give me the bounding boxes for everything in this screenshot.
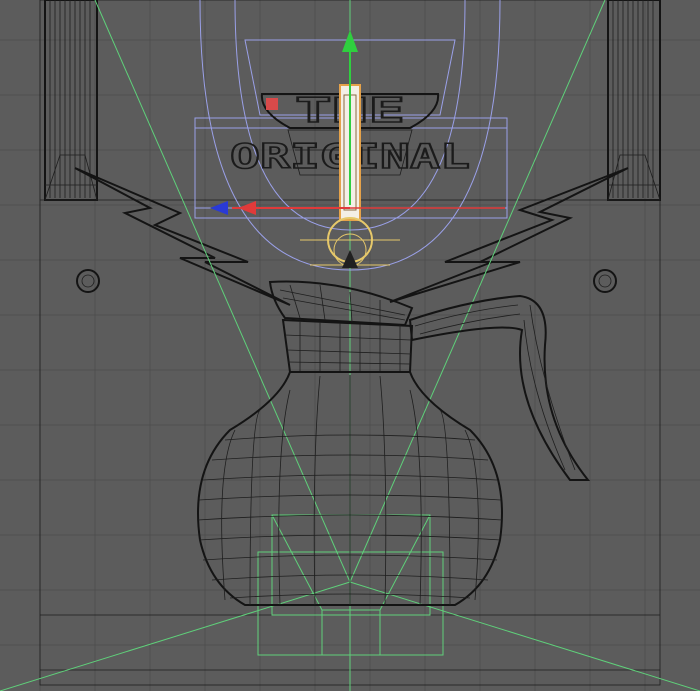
left-lightning-bolt[interactable] [74, 167, 291, 306]
3d-viewport[interactable]: THE ORIGINAL [0, 0, 700, 691]
scene-canvas[interactable]: THE ORIGINAL [0, 0, 700, 691]
left-knob[interactable] [76, 269, 100, 293]
coffee-pot[interactable] [197, 280, 591, 606]
right-lightning-bolt[interactable] [389, 167, 629, 303]
right-knob[interactable] [593, 269, 617, 293]
